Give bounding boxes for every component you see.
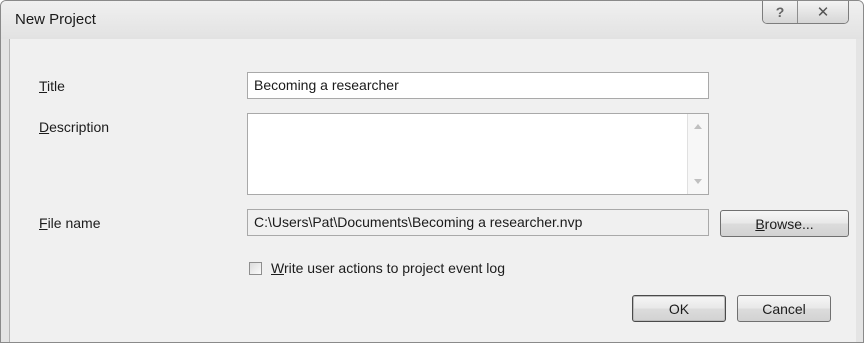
event-log-text: rite user actions to project event log [283,260,505,276]
description-label-mnemonic: D [39,119,50,135]
help-button[interactable]: ? [763,1,798,23]
description-label-text: escription [49,119,110,135]
scroll-down-icon[interactable] [694,179,702,184]
close-button[interactable]: ✕ [798,1,848,23]
new-project-dialog: New Project ? ✕ Title Becoming a researc… [0,0,864,343]
browse-button[interactable]: Browse... [720,210,849,237]
dialog-body: Title Becoming a researcher Description … [9,39,856,342]
file-name-label: File name [39,215,100,231]
description-text [248,114,708,122]
help-icon: ? [775,4,785,20]
event-log-checkbox[interactable] [249,262,262,275]
description-scrollbar[interactable] [687,114,708,194]
title-label-text: itle [47,78,65,94]
file-name-label-mnemonic: F [39,215,48,231]
event-log-label[interactable]: Write user actions to project event log [271,260,505,276]
browse-mnemonic: B [755,215,765,232]
cancel-button[interactable]: Cancel [737,295,831,322]
title-bar[interactable]: New Project ? ✕ [1,1,863,39]
file-name-label-text: ile name [47,215,101,231]
title-label: Title [39,78,65,94]
caption-buttons: ? ✕ [762,1,849,24]
dialog-title: New Project [15,11,96,28]
ok-button[interactable]: OK [632,295,726,322]
browse-label: rowse... [764,215,814,232]
title-label-mnemonic: T [39,78,48,94]
scroll-up-icon[interactable] [694,124,702,129]
file-name-field[interactable]: C:\Users\Pat\Documents\Becoming a resear… [247,209,709,236]
description-textarea[interactable] [247,113,709,195]
description-label: Description [39,119,109,135]
title-input[interactable]: Becoming a researcher [247,72,709,99]
close-icon: ✕ [816,4,830,21]
event-log-mnemonic: W [271,260,284,276]
